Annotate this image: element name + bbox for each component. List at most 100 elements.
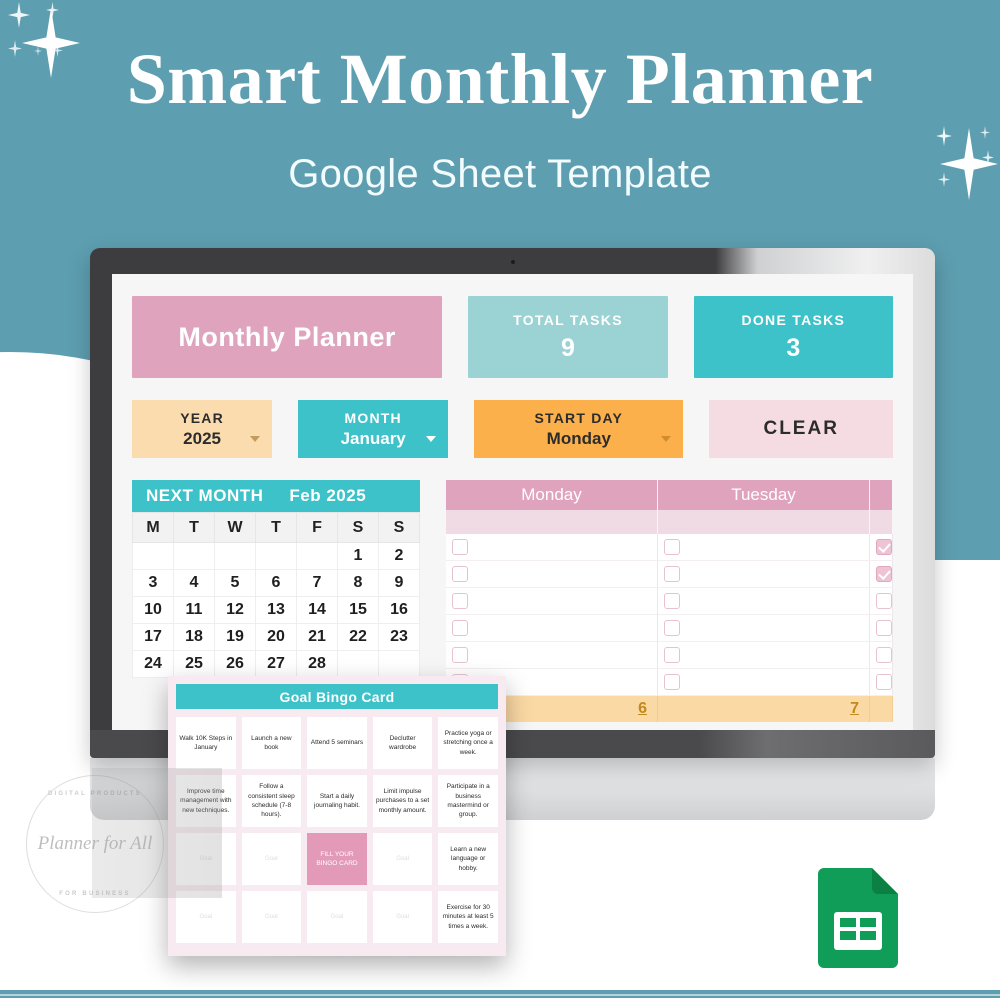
- mini-calendar-day-cell[interactable]: 10: [132, 596, 174, 624]
- mini-calendar-day-cell[interactable]: 9: [378, 569, 420, 597]
- month-dropdown[interactable]: MONTH January: [298, 400, 449, 458]
- task-checkbox[interactable]: [452, 539, 468, 555]
- mini-calendar-day-cell[interactable]: 14: [296, 596, 338, 624]
- mini-calendar-day-cell[interactable]: 5: [214, 569, 256, 597]
- start-day-dropdown[interactable]: START DAY Monday: [474, 400, 684, 458]
- task-checkbox[interactable]: [876, 593, 892, 609]
- bingo-free-cell[interactable]: FILL YOUR BINGO CARD: [307, 833, 367, 885]
- task-cell[interactable]: [658, 669, 870, 695]
- task-cell[interactable]: [870, 534, 893, 560]
- bingo-goal-cell[interactable]: Learn a new language or hobby.: [438, 833, 498, 885]
- mini-calendar-day-cell[interactable]: 13: [255, 596, 297, 624]
- task-cell[interactable]: [658, 534, 870, 560]
- mini-calendar-day-cell[interactable]: 15: [337, 596, 379, 624]
- bingo-empty-cell[interactable]: Goal: [241, 833, 302, 885]
- mini-calendar-day-cell[interactable]: 25: [173, 650, 215, 678]
- task-cell[interactable]: [870, 588, 893, 614]
- mini-calendar-day-cell[interactable]: 17: [132, 623, 174, 651]
- stat-card-total-tasks: TOTAL TASKS 9: [468, 296, 668, 378]
- task-checkbox[interactable]: [452, 593, 468, 609]
- task-checkbox[interactable]: [664, 593, 680, 609]
- bingo-goal-cell[interactable]: Attend 5 seminars: [307, 717, 367, 769]
- task-cell[interactable]: [870, 561, 893, 587]
- clear-button[interactable]: CLEAR: [709, 400, 893, 458]
- bingo-empty-cell[interactable]: Goal: [241, 891, 302, 943]
- mini-calendar-day-cell[interactable]: 1: [337, 542, 379, 570]
- task-cell[interactable]: [446, 642, 658, 668]
- mini-calendar-day-cell[interactable]: 22: [337, 623, 379, 651]
- task-cell[interactable]: [870, 669, 893, 695]
- mini-calendar-day-cell[interactable]: 19: [214, 623, 256, 651]
- bingo-goal-cell[interactable]: Walk 10K Steps in January: [176, 717, 236, 769]
- mini-calendar-day-cell[interactable]: [296, 542, 338, 570]
- task-checkbox[interactable]: [452, 647, 468, 663]
- task-cell[interactable]: [658, 561, 870, 587]
- stat-value: 9: [561, 333, 575, 362]
- task-checkbox[interactable]: [876, 620, 892, 636]
- task-cell[interactable]: [658, 588, 870, 614]
- bingo-goal-cell[interactable]: Exercise for 30 minutes at least 5 times…: [438, 891, 498, 943]
- task-cell[interactable]: [446, 588, 658, 614]
- bingo-goal-cell[interactable]: Participate in a business mastermind or …: [438, 775, 498, 827]
- mini-calendar-day-cell[interactable]: 6: [255, 569, 297, 597]
- task-checkbox[interactable]: [452, 620, 468, 636]
- task-checkbox-checked[interactable]: [876, 566, 892, 582]
- task-checkbox[interactable]: [452, 566, 468, 582]
- bingo-goal-cell[interactable]: Launch a new book: [241, 717, 302, 769]
- task-cell[interactable]: [870, 615, 893, 641]
- mini-calendar-day-cell[interactable]: 3: [132, 569, 174, 597]
- mini-calendar-day-cell[interactable]: 28: [296, 650, 338, 678]
- mini-calendar-day-cell[interactable]: 12: [214, 596, 256, 624]
- bingo-goal-cell[interactable]: Limit impulse purchases to a set monthly…: [372, 775, 433, 827]
- bingo-empty-cell[interactable]: Goal: [307, 891, 367, 943]
- bingo-empty-cell[interactable]: Goal: [372, 833, 433, 885]
- mini-calendar-day-cell[interactable]: [378, 650, 420, 678]
- task-cell[interactable]: [658, 615, 870, 641]
- chevron-down-icon[interactable]: [250, 436, 261, 442]
- mini-calendar-day-cell[interactable]: 2: [378, 542, 420, 570]
- mini-calendar-day-cell[interactable]: [255, 542, 297, 570]
- task-checkbox[interactable]: [664, 620, 680, 636]
- task-checkbox[interactable]: [664, 566, 680, 582]
- task-cell[interactable]: [870, 642, 893, 668]
- mini-calendar-day-cell[interactable]: 26: [214, 650, 256, 678]
- mini-calendar-day-cell[interactable]: 23: [378, 623, 420, 651]
- bingo-empty-cell[interactable]: Goal: [372, 891, 433, 943]
- task-checkbox[interactable]: [664, 647, 680, 663]
- bingo-goal-cell[interactable]: Practice yoga or stretching once a week.: [438, 717, 498, 769]
- mini-calendar-day-cell[interactable]: 24: [132, 650, 174, 678]
- mini-calendar-day-cell[interactable]: 8: [337, 569, 379, 597]
- task-cell[interactable]: [658, 642, 870, 668]
- mini-calendar-day-cell[interactable]: 20: [255, 623, 297, 651]
- mini-calendar-day-cell[interactable]: 16: [378, 596, 420, 624]
- task-checkbox[interactable]: [664, 674, 680, 690]
- bingo-goal-cell[interactable]: Declutter wardrobe: [372, 717, 433, 769]
- footer-date-wednesday[interactable]: [870, 696, 893, 722]
- task-cell[interactable]: [446, 615, 658, 641]
- task-cell[interactable]: [446, 561, 658, 587]
- mini-calendar-day-cell[interactable]: 4: [173, 569, 215, 597]
- mini-calendar-day-cell[interactable]: 7: [296, 569, 338, 597]
- mini-calendar-day-cell[interactable]: 21: [296, 623, 338, 651]
- footer-date-tuesday[interactable]: 7: [658, 696, 870, 722]
- mini-calendar-day-cell[interactable]: [173, 542, 215, 570]
- task-checkbox-checked[interactable]: [876, 539, 892, 555]
- task-checkbox[interactable]: [876, 647, 892, 663]
- bingo-goal-cell[interactable]: Follow a consistent sleep schedule (7-8 …: [241, 775, 302, 827]
- mini-calendar-day-cell[interactable]: 11: [173, 596, 215, 624]
- mini-calendar-day-cell[interactable]: [214, 542, 256, 570]
- task-checkbox[interactable]: [876, 674, 892, 690]
- mini-calendar-day-cell[interactable]: 18: [173, 623, 215, 651]
- bingo-empty-cell[interactable]: Goal: [176, 891, 236, 943]
- mini-calendar-day-cell[interactable]: 27: [255, 650, 297, 678]
- mini-calendar-day-cell[interactable]: [337, 650, 379, 678]
- year-dropdown[interactable]: YEAR 2025: [132, 400, 273, 458]
- chevron-down-icon[interactable]: [661, 436, 672, 442]
- task-checkbox[interactable]: [664, 539, 680, 555]
- monthly-planner-title-card: Monthly Planner: [132, 296, 443, 378]
- task-cell[interactable]: [446, 534, 658, 560]
- google-sheets-icon: [818, 868, 898, 968]
- bingo-goal-cell[interactable]: Start a daily journaling habit.: [307, 775, 367, 827]
- mini-calendar-day-cell[interactable]: [132, 542, 174, 570]
- chevron-down-icon[interactable]: [426, 436, 437, 442]
